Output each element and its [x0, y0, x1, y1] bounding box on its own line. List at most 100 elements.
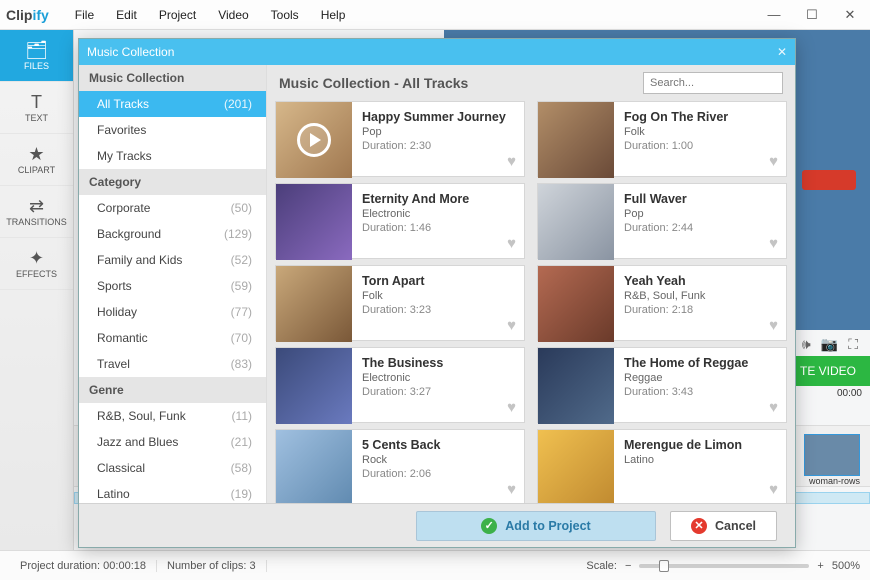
track-card[interactable]: Yeah YeahR&B, Soul, FunkDuration: 2:18♥ [537, 265, 787, 341]
favorite-icon[interactable]: ♥ [769, 235, 778, 252]
track-duration: Duration: 2:06 [362, 468, 441, 480]
sidebar-item-label: My Tracks [97, 149, 152, 163]
sidebar-item[interactable]: Background(129) [79, 221, 266, 247]
dialog-titlebar: Music Collection ✕ [79, 39, 795, 65]
sidebar-item-label: Sports [97, 279, 132, 293]
zoom-slider[interactable] [639, 564, 809, 568]
favorite-icon[interactable]: ♥ [769, 317, 778, 334]
dialog-footer: ✓ Add to Project ✕ Cancel [79, 503, 795, 547]
menu-edit[interactable]: Edit [106, 4, 147, 26]
close-icon[interactable]: ✕ [836, 7, 864, 23]
zoom-out-icon[interactable]: − [625, 560, 631, 572]
track-thumbnail [276, 266, 352, 342]
audio-icon[interactable]: 🕪 [802, 336, 811, 353]
dialog-close-icon[interactable]: ✕ [777, 45, 787, 59]
left-tab-transitions[interactable]: ⇄TRANSITIONS [0, 186, 73, 238]
track-title: Merengue de Limon [624, 438, 742, 452]
left-tab-files[interactable]: 🗂FILES [0, 30, 73, 82]
favorite-icon[interactable]: ♥ [507, 481, 516, 498]
checkmark-icon: ✓ [481, 518, 497, 534]
left-tab-text[interactable]: TTEXT [0, 82, 73, 134]
track-card[interactable]: Happy Summer JourneyPopDuration: 2:30♥ [275, 101, 525, 177]
menu-video[interactable]: Video [208, 4, 258, 26]
track-card[interactable]: The Home of ReggaeReggaeDuration: 3:43♥ [537, 347, 787, 423]
sidebar-item[interactable]: Family and Kids(52) [79, 247, 266, 273]
track-title: 5 Cents Back [362, 438, 441, 452]
menu-file[interactable]: File [65, 4, 104, 26]
track-thumbnail [276, 348, 352, 424]
minimize-icon[interactable]: — [760, 7, 788, 23]
sidebar-item-count: (77) [231, 305, 252, 319]
track-genre: Folk [362, 290, 431, 302]
text-icon: T [31, 92, 42, 113]
left-tab-effects[interactable]: ✦EFFECTS [0, 238, 73, 290]
sidebar-item[interactable]: Holiday(77) [79, 299, 266, 325]
track-duration: Duration: 3:43 [624, 386, 748, 398]
sidebar-item[interactable]: Jazz and Blues(21) [79, 429, 266, 455]
sidebar-item[interactable]: Latino(19) [79, 481, 266, 503]
sidebar-item-label: Latino [97, 487, 130, 501]
sidebar-item[interactable]: Travel(83) [79, 351, 266, 377]
track-card[interactable]: Eternity And MoreElectronicDuration: 1:4… [275, 183, 525, 259]
add-to-project-button[interactable]: ✓ Add to Project [416, 511, 656, 541]
search-input[interactable] [643, 72, 783, 94]
favorite-icon[interactable]: ♥ [507, 399, 516, 416]
sidebar-item[interactable]: Favorites [79, 117, 266, 143]
sidebar-item[interactable]: My Tracks [79, 143, 266, 169]
zoom-in-icon[interactable]: + [817, 560, 823, 572]
track-card[interactable]: The BusinessElectronicDuration: 3:27♥ [275, 347, 525, 423]
sidebar-heading: Category [79, 169, 266, 195]
track-card[interactable]: Full WaverPopDuration: 2:44♥ [537, 183, 787, 259]
track-card[interactable]: Fog On The RiverFolkDuration: 1:00♥ [537, 101, 787, 177]
track-card[interactable]: Torn ApartFolkDuration: 3:23♥ [275, 265, 525, 341]
menu-tools[interactable]: Tools [261, 4, 309, 26]
track-thumbnail [276, 430, 352, 503]
track-duration: Duration: 1:00 [624, 140, 728, 152]
sidebar-item-label: Classical [97, 461, 145, 475]
dialog-sidebar: Music CollectionAll Tracks(201) Favorites… [79, 65, 267, 503]
favorite-icon[interactable]: ♥ [769, 399, 778, 416]
track-genre: Latino [624, 454, 742, 466]
create-video-button[interactable]: TE VIDEO [786, 356, 870, 386]
track-card[interactable]: 5 Cents BackRockDuration: 2:06♥ [275, 429, 525, 503]
favorite-icon[interactable]: ♥ [507, 153, 516, 170]
sidebar-heading: Genre [79, 377, 266, 403]
track-duration: Duration: 2:44 [624, 222, 693, 234]
clip-thumbnail[interactable] [804, 434, 860, 476]
sidebar-item[interactable]: Romantic(70) [79, 325, 266, 351]
sidebar-heading: Music Collection [79, 65, 266, 91]
sidebar-item[interactable]: Sports(59) [79, 273, 266, 299]
snapshot-icon[interactable]: 📷 [821, 336, 838, 353]
sidebar-item[interactable]: R&B, Soul, Funk(11) [79, 403, 266, 429]
sidebar-item-count: (83) [231, 357, 252, 371]
sidebar-item[interactable]: Corporate(50) [79, 195, 266, 221]
left-tab-clipart[interactable]: ★CLIPART [0, 134, 73, 186]
play-overlay[interactable] [276, 102, 352, 178]
track-thumbnail [538, 266, 614, 342]
maximize-icon[interactable]: ☐ [798, 7, 826, 23]
track-title: Yeah Yeah [624, 274, 705, 288]
menu-project[interactable]: Project [149, 4, 206, 26]
track-thumbnail [538, 102, 614, 178]
cancel-button[interactable]: ✕ Cancel [670, 511, 777, 541]
sidebar-item-label: Favorites [97, 123, 146, 137]
favorite-icon[interactable]: ♥ [769, 153, 778, 170]
track-thumbnail [538, 430, 614, 503]
files-icon: 🗂 [25, 40, 48, 61]
track-genre: Pop [624, 208, 693, 220]
track-title: Eternity And More [362, 192, 469, 206]
favorite-icon[interactable]: ♥ [769, 481, 778, 498]
sidebar-item[interactable]: Classical (58) [79, 455, 266, 481]
sidebar-item[interactable]: All Tracks(201) [79, 91, 266, 117]
status-bar: Project duration: 00:00:18 Number of cli… [0, 550, 870, 580]
status-duration: Project duration: 00:00:18 [10, 560, 157, 572]
track-title: The Business [362, 356, 443, 370]
fullscreen-icon[interactable]: ⛶ [848, 336, 858, 353]
window-controls: — ☐ ✕ [760, 7, 864, 23]
menu-help[interactable]: Help [311, 4, 356, 26]
favorite-icon[interactable]: ♥ [507, 317, 516, 334]
preview-boat [802, 170, 856, 190]
favorite-icon[interactable]: ♥ [507, 235, 516, 252]
sidebar-item-count: (58) [231, 461, 252, 475]
track-card[interactable]: Merengue de Limon Latino ♥ [537, 429, 787, 503]
